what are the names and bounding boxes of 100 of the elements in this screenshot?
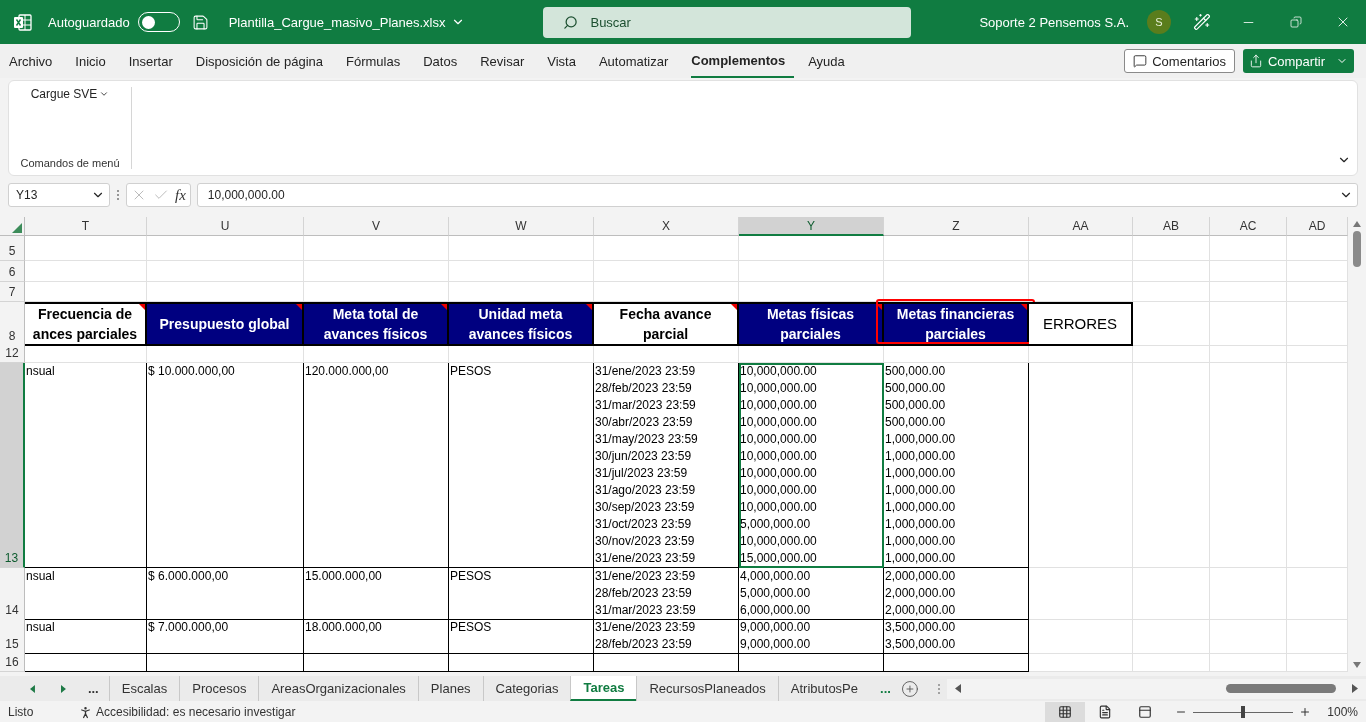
table-cell[interactable]: nsual <box>25 619 147 654</box>
name-box[interactable]: Y13 <box>8 183 110 208</box>
table-cell[interactable]: PESOS <box>449 568 594 620</box>
row-header[interactable]: 14 <box>0 568 25 620</box>
menu-tab[interactable]: Archivo <box>9 44 62 78</box>
table-cell[interactable]: PESOS <box>449 363 594 568</box>
menu-tab[interactable]: Fórmulas <box>346 44 410 78</box>
table-cell[interactable]: 31/ene/2023 23:59 28/feb/2023 23:59 <box>594 619 739 654</box>
comments-button[interactable]: Comentarios <box>1124 49 1235 73</box>
empty-cell[interactable] <box>594 653 739 672</box>
formula-input[interactable]: 10,000,000.00 <box>196 183 1358 208</box>
row-header[interactable]: 13 <box>0 363 25 568</box>
grip-icon[interactable] <box>936 682 941 695</box>
column-header[interactable]: AA <box>1029 217 1133 236</box>
user-name[interactable]: Soporte 2 Pensemos S.A. <box>979 14 1129 30</box>
menu-tab[interactable]: Insertar <box>128 44 182 78</box>
scroll-right-icon[interactable] <box>1352 684 1358 693</box>
empty-cell[interactable] <box>449 653 594 672</box>
insert-function-button[interactable]: fx <box>175 186 186 204</box>
table-cell[interactable]: 3,500,000.00 3,500,000.00 <box>884 619 1029 654</box>
previous-sheet-icon[interactable] <box>28 683 38 694</box>
sheet-tab[interactable]: RecursosPlaneados <box>636 676 778 701</box>
table-cell[interactable]: 15.000.000,00 <box>304 568 449 620</box>
column-header[interactable]: Z <box>884 217 1029 236</box>
accessibility-status[interactable]: Accesibilidad: es necesario investigar <box>96 705 296 719</box>
menu-tab[interactable]: Revisar <box>480 44 534 78</box>
page-break-icon[interactable] <box>1138 705 1153 719</box>
table-cell[interactable]: 31/ene/2023 23:59 28/feb/2023 23:59 31/mar/2023 23:59 30/abr/2023 23:59 31/may/2023 23:59 30/jun/2023 23:59 31/jul/2023 23:59 31/ago/2023 23:59 30/sep/2023 23:59 31/oct/2023 23:59 30/nov/2023 23:59 31/ene/2023 23:59 <box>594 363 739 568</box>
sheet-tab[interactable]: Procesos <box>179 676 259 701</box>
zoom-percent[interactable]: 100% <box>1327 705 1358 719</box>
table-cell[interactable]: 120.000.000,00 <box>304 363 449 568</box>
table-cell[interactable]: 2,000,000.00 2,000,000.00 2,000,000.00 <box>884 568 1029 620</box>
menu-tab[interactable]: Disposición de página <box>195 44 332 78</box>
corner-triangle-icon[interactable] <box>12 223 22 233</box>
column-header[interactable]: T <box>25 217 147 236</box>
column-header[interactable]: AC <box>1210 217 1287 236</box>
sheet-tab[interactable]: Planes <box>417 676 483 701</box>
empty-cell[interactable] <box>884 653 1029 672</box>
row-header[interactable]: 16 <box>0 653 25 672</box>
zoom-in-icon[interactable] <box>1299 706 1312 718</box>
table-cell[interactable]: $ 7.000.000,00 <box>147 619 304 654</box>
scroll-up-icon[interactable] <box>1353 221 1361 227</box>
table-cell[interactable]: 10,000,000.00 10,000,000.00 10,000,000.00 10,000,000.00 10,000,000.00 10,000,000.00 10,000,000.00 10,000,000.00 10,000,000.00 5,000,000.00 10,000,000.00 15,000,000.00 <box>739 363 884 568</box>
select-all-corner[interactable] <box>0 217 25 236</box>
save-icon[interactable] <box>191 13 209 31</box>
more-sheets-button[interactable]: ... <box>870 681 901 696</box>
horizontal-scrollbar[interactable] <box>946 678 1366 699</box>
file-name[interactable]: Plantilla_Cargue_masivo_Planes.xlsx <box>228 14 446 30</box>
table-cell[interactable]: nsual <box>25 568 147 620</box>
table-cell[interactable]: PESOS <box>449 619 594 654</box>
scroll-left-icon[interactable] <box>954 684 961 693</box>
sheet-tab[interactable]: AreasOrganizacionales <box>258 676 418 701</box>
search-field[interactable]: Buscar <box>543 6 912 38</box>
scroll-down-icon[interactable] <box>1353 662 1361 668</box>
column-header[interactable]: AB <box>1133 217 1210 236</box>
restore-icon[interactable] <box>1289 16 1302 28</box>
table-cell[interactable]: 9,000,000.00 9,000,000.00 <box>739 619 884 654</box>
column-header[interactable]: X <box>594 217 739 236</box>
share-button[interactable]: Compartir <box>1242 49 1354 73</box>
menu-tab[interactable]: Ayuda <box>808 44 854 78</box>
column-header[interactable]: W <box>449 217 594 236</box>
menu-tab[interactable]: Vista <box>547 44 585 78</box>
normal-view-button[interactable] <box>1045 702 1086 722</box>
accessibility-icon[interactable] <box>78 704 93 720</box>
column-header[interactable]: AD <box>1287 217 1348 236</box>
table-cell[interactable]: 4,000,000.00 5,000,000.00 6,000,000.00 <box>739 568 884 620</box>
sheet-tab[interactable]: AtributosPe <box>777 676 870 701</box>
column-header[interactable]: Y <box>739 217 884 236</box>
table-cell[interactable]: $ 6.000.000,00 <box>147 568 304 620</box>
page-layout-icon[interactable] <box>1098 705 1113 719</box>
empty-cell[interactable] <box>739 653 884 672</box>
row-header[interactable]: 6 <box>0 261 25 282</box>
more-sheets-button[interactable]: ... <box>77 681 109 696</box>
empty-cell[interactable] <box>147 653 304 672</box>
row-header[interactable]: 7 <box>0 282 25 302</box>
column-header[interactable]: V <box>304 217 449 236</box>
table-cell[interactable]: 500,000.00 500,000.00 500,000.00 500,000.00 1,000,000.00 1,000,000.00 1,000,000.00 1,000,000.00 1,000,000.00 1,000,000.00 1,000,000.00 1,000,000.00 <box>884 363 1029 568</box>
table-cell[interactable]: $ 10.000.000,00 <box>147 363 304 568</box>
wand-icon[interactable] <box>1193 13 1211 31</box>
table-cell[interactable]: 18.000.000,00 <box>304 619 449 654</box>
table-cell[interactable]: 31/ene/2023 23:59 28/feb/2023 23:59 31/mar/2023 23:59 <box>594 568 739 620</box>
menu-tab[interactable]: Automatizar <box>598 44 678 78</box>
sheet-tab[interactable]: Tareas <box>570 676 637 701</box>
column-header[interactable]: U <box>147 217 304 236</box>
menu-tab[interactable]: Inicio <box>75 44 115 78</box>
row-header[interactable]: 5 <box>0 236 25 261</box>
menu-tab[interactable]: Complementos <box>691 44 795 78</box>
scroll-thumb[interactable] <box>1353 231 1361 267</box>
table-cell[interactable]: nsual <box>25 363 147 568</box>
cargue-dropdown[interactable]: Cargue SVE <box>30 87 110 101</box>
zoom-thumb[interactable] <box>1241 706 1246 718</box>
spreadsheet-logo-icon[interactable] <box>14 13 32 31</box>
sheet-tab[interactable]: Escalas <box>108 676 180 701</box>
add-sheet-icon[interactable] <box>900 679 919 698</box>
grip-icon[interactable] <box>116 189 120 202</box>
scroll-thumb[interactable] <box>1226 684 1336 693</box>
row-header[interactable]: 12 <box>0 343 25 363</box>
row-header[interactable]: 8 <box>0 302 25 346</box>
menu-tab[interactable]: Datos <box>423 44 467 78</box>
avatar[interactable]: S <box>1147 10 1171 34</box>
